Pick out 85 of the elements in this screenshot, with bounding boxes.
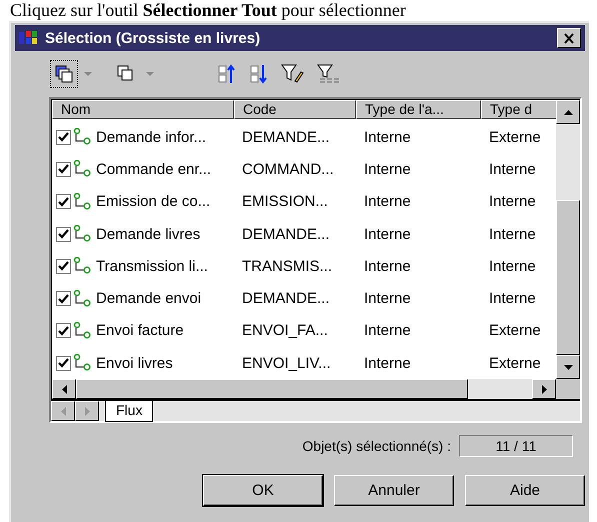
flow-icon [72, 290, 92, 308]
table-cell-text: DEMANDE... [241, 226, 331, 243]
instruction-text: Cliquez sur l'outil Sélectionner Tout pour sélectionner [9, 0, 407, 21]
flow-icon [72, 354, 92, 372]
scroll-left-button[interactable] [52, 379, 76, 400]
column-header[interactable]: Nom [52, 100, 234, 119]
tab-scroll-left-button[interactable] [51, 401, 75, 422]
app-icon [19, 30, 39, 46]
scroll-down-button[interactable] [556, 355, 580, 380]
table-cell-text: Interne [363, 160, 412, 178]
flow-icon [72, 192, 92, 211]
filter-icon[interactable] [317, 63, 341, 85]
table-cell: Emission de co... [96, 193, 210, 210]
table-cell-text: Interne [363, 128, 412, 146]
table-cell-text: Interne [363, 226, 412, 243]
table-cell-text: Interne [363, 193, 412, 210]
column-header[interactable]: Type de l'a... [356, 100, 481, 119]
select-all-tool[interactable] [51, 61, 77, 87]
table-cell-text: Interne [363, 258, 412, 275]
table-cell-text: Externe [488, 322, 542, 340]
table-cell-text: Externe [488, 128, 542, 146]
table-cell: Demande infor... [96, 128, 206, 146]
down-arrow-icon [564, 364, 572, 370]
scroll-thumb[interactable] [556, 200, 580, 356]
tab-scroll-right-button[interactable] [75, 401, 99, 422]
table-cell: Transmission li... [96, 258, 208, 275]
table-cell-text: DEMANDE... [241, 290, 331, 308]
table-cell-text: COMMAND... [241, 160, 335, 178]
selection-count-label: Objet(s) sélectionné(s) : [302, 438, 451, 454]
table-cell-text: Interne [488, 193, 537, 210]
checkbox[interactable] [56, 194, 71, 210]
checkbox[interactable] [56, 356, 71, 371]
table-cell-text: Interne [363, 290, 412, 308]
scroll-up-button[interactable] [556, 100, 580, 124]
table-cell-text: EMISSION... [241, 193, 329, 210]
table-cell-text: Interne [488, 226, 537, 243]
checkbox[interactable] [56, 226, 71, 242]
tab[interactable]: Flux [105, 401, 154, 422]
table-cell: Demande envoi [96, 290, 202, 308]
dialog-button[interactable]: Annuler [334, 475, 454, 506]
close-icon [563, 32, 575, 44]
move-down-icon[interactable] [249, 63, 269, 85]
selection-count-field: 11 / 11 [459, 435, 573, 458]
flow-icon [72, 225, 92, 244]
filter-edit-icon[interactable] [281, 63, 305, 85]
column-header[interactable]: Type d [481, 100, 556, 119]
checkbox[interactable] [56, 130, 71, 145]
right-arrow-icon [84, 406, 90, 416]
left-arrow-icon [60, 406, 66, 416]
horizontal-scrollbar[interactable] [51, 379, 556, 400]
close-button[interactable] [557, 28, 581, 48]
dialog-button[interactable]: Aide [465, 475, 585, 506]
table-cell-text: ENVOI_LIV... [241, 354, 332, 372]
table-cell-text: Interne [488, 290, 537, 308]
flow-icon [72, 322, 92, 340]
scroll-right-button[interactable] [532, 379, 556, 400]
table-cell-text: Interne [488, 258, 537, 275]
flow-icon [72, 160, 92, 178]
table-cell-text: Interne [363, 322, 412, 340]
flow-icon [72, 257, 92, 276]
up-arrow-icon [564, 110, 572, 114]
table-cell-text: Interne [363, 354, 412, 372]
vertical-scrollbar[interactable] [556, 99, 580, 380]
flow-icon [72, 128, 92, 146]
table-cell-text: ENVOI_FA... [241, 322, 329, 340]
right-arrow-icon [542, 384, 546, 394]
checkbox[interactable] [56, 323, 71, 338]
column-header[interactable]: Code [234, 100, 356, 119]
left-arrow-icon [62, 384, 66, 394]
select-all-icon [53, 63, 75, 85]
scroll-thumb[interactable] [76, 379, 468, 400]
move-up-icon[interactable] [217, 63, 237, 85]
window-title: Sélection (Grossiste en livres) [45, 30, 262, 46]
table-cell-text: Interne [488, 160, 537, 178]
table-cell: Envoi facture [96, 322, 184, 340]
table-cell: Demande livres [96, 226, 200, 243]
table-cell: Envoi livres [96, 354, 173, 372]
table-cell-text: DEMANDE... [241, 128, 331, 146]
table-cell-text: Externe [488, 354, 542, 372]
table-cell: Commande enr... [96, 160, 212, 178]
dialog-button[interactable]: OK [203, 475, 323, 506]
checkbox[interactable] [56, 258, 71, 274]
checkbox[interactable] [56, 162, 71, 177]
checkbox[interactable] [56, 291, 71, 306]
table-cell-text: TRANSMIS... [241, 258, 334, 275]
